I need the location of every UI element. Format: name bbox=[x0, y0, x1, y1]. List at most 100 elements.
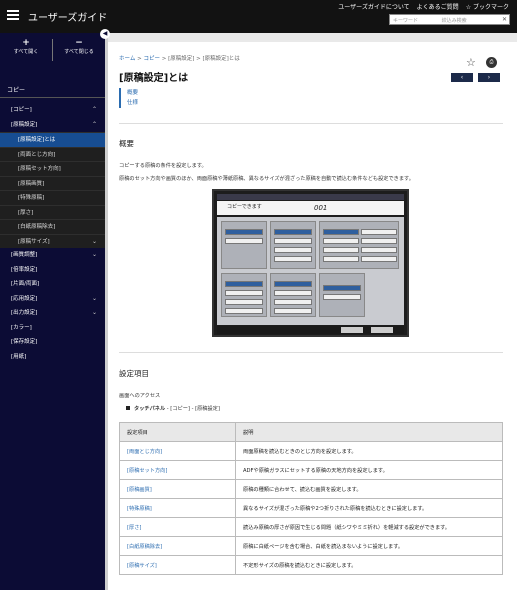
chevron-down-icon[interactable]: ⌄ bbox=[92, 235, 97, 250]
search-input[interactable]: キーワード 絞込み検索 ✕ bbox=[389, 14, 510, 25]
sidebar-item[interactable]: [応用設定] ⌄ bbox=[0, 292, 105, 307]
sidebar-item[interactable]: [原稿画質] bbox=[0, 175, 105, 190]
sidebar-item-label: [画質調整] bbox=[11, 252, 38, 258]
setting-description: 原稿に白紙ページを含む場合、白紙を読込まないように設定します。 bbox=[235, 536, 503, 556]
setting-link[interactable]: [原稿セット方向] bbox=[119, 460, 236, 480]
overview-text-1: コピーする原稿の条件を設定します。 bbox=[119, 163, 207, 169]
sidebar-item-label: [白紙原稿除去] bbox=[18, 224, 56, 230]
sidebar-item[interactable]: [原稿設定]とは bbox=[0, 132, 105, 147]
toc-link-overview[interactable]: 概要 bbox=[127, 88, 138, 98]
sidebar-item-label: [出力設定] bbox=[11, 310, 38, 316]
main-content: ホーム > コピー > [原稿設定] > [原稿設定]とは ☆ ⎙ [原稿設定]… bbox=[108, 42, 517, 590]
print-icon[interactable]: ⎙ bbox=[486, 57, 497, 68]
collapse-all-button[interactable]: − すべて閉じる bbox=[53, 33, 105, 67]
faq-link[interactable]: よくあるご質問 bbox=[417, 2, 459, 11]
sidebar-item-label: [片面/両面] bbox=[11, 281, 40, 287]
sidebar-item-label: [コピー] bbox=[11, 107, 32, 113]
table-row: [原稿セット方向] ADFや原稿ガラスにセットする原稿の天地方向を設定します。 bbox=[119, 460, 503, 480]
sidebar-item[interactable]: [原稿セット方向] bbox=[0, 161, 105, 176]
breadcrumb-copy[interactable]: コピー bbox=[143, 56, 160, 62]
sidebar-item-label: [原稿設定]とは bbox=[18, 137, 56, 143]
setting-description: 読込み原稿の厚さが原因で生じる問題（紙シワやミミ折れ）を軽減する設定ができます。 bbox=[235, 517, 503, 537]
access-path-touch-panel: タッチパネル bbox=[134, 406, 166, 412]
setting-link[interactable]: [厚さ] bbox=[119, 517, 236, 537]
sidebar-item[interactable]: [カラー] bbox=[0, 321, 105, 336]
app-title: ユーザーズガイド bbox=[28, 13, 108, 24]
panel-option bbox=[274, 299, 312, 305]
chevron-down-icon[interactable]: ⌄ bbox=[92, 306, 97, 321]
table-header-description: 説明 bbox=[235, 422, 503, 442]
chevron-down-icon[interactable]: ⌄ bbox=[92, 248, 97, 263]
chevron-up-icon[interactable]: ⌃ bbox=[92, 103, 97, 118]
table-row: [厚さ] 読込み原稿の厚さが原因で生じる問題（紙シワやミミ折れ）を軽減する設定がで… bbox=[119, 517, 503, 537]
top-links: ユーザーズガイドについて よくあるご質問 ☆ ブックマーク bbox=[338, 2, 509, 11]
panel-copy-count: 001 bbox=[314, 204, 328, 212]
bookmark-star-icon[interactable]: ☆ bbox=[466, 57, 477, 68]
sidebar-item[interactable]: [原稿設定] ⌃ bbox=[0, 118, 105, 133]
panel-option bbox=[323, 247, 359, 253]
collapse-sidebar-icon[interactable]: ◀ bbox=[100, 29, 110, 39]
sidebar-item-label: [厚さ] bbox=[18, 209, 34, 216]
breadcrumb-home[interactable]: ホーム bbox=[119, 56, 135, 62]
panel-option bbox=[274, 281, 312, 287]
sidebar-item[interactable]: [片面/両面] bbox=[0, 277, 105, 292]
panel-top-bar bbox=[217, 194, 404, 200]
clear-search-icon[interactable]: ✕ bbox=[502, 16, 507, 23]
settings-table-body: [両面とじ方向] 両面原稿を読込むときのとじ方向を設定します。 [原稿セット方向] A… bbox=[119, 441, 503, 575]
setting-link[interactable]: [原稿画質] bbox=[119, 479, 236, 499]
sidebar-item-label: [両面とじ方向] bbox=[18, 151, 56, 158]
panel-option bbox=[323, 294, 361, 300]
sidebar-item[interactable]: [コピー] ⌃ bbox=[0, 103, 105, 118]
sidebar-item-label: [応用設定] bbox=[11, 295, 38, 302]
table-header-row: 設定項目 説明 bbox=[119, 422, 503, 442]
hamburger-menu-icon[interactable] bbox=[7, 10, 19, 20]
panel-footer-button bbox=[371, 327, 393, 333]
sidebar-item[interactable]: [用紙] bbox=[0, 350, 105, 365]
panel-option bbox=[361, 247, 397, 253]
overview-text-2: 原稿のセット方向や画質のほか、両面原稿や薄紙原稿、異なるサイズが混ざった原稿を自… bbox=[119, 176, 414, 182]
chevron-down-icon[interactable]: ⌄ bbox=[92, 292, 97, 307]
chevron-up-icon[interactable]: ⌃ bbox=[92, 118, 97, 133]
sidebar-item[interactable]: [特殊原稿] bbox=[0, 190, 105, 205]
access-path: タッチパネル - [コピー] - [原稿設定] bbox=[126, 405, 220, 412]
panel-option bbox=[274, 229, 312, 235]
sidebar-item[interactable]: [画質調整] ⌄ bbox=[0, 248, 105, 263]
toc-link-specs[interactable]: 仕様 bbox=[127, 98, 138, 108]
panel-status-text: コピーできます bbox=[227, 204, 262, 210]
panel-option bbox=[225, 299, 263, 305]
setting-link[interactable]: [特殊原稿] bbox=[119, 498, 236, 518]
sidebar-item-label: [倍率設定] bbox=[11, 266, 38, 273]
bullet-icon bbox=[126, 406, 130, 410]
sidebar-item[interactable]: [原稿サイズ] ⌄ bbox=[0, 233, 105, 250]
setting-description: 原稿の種類に合わせて、読込む画質を設定します。 bbox=[235, 479, 503, 499]
panel-option bbox=[225, 281, 263, 287]
previous-page-button[interactable]: ‹ bbox=[451, 73, 473, 82]
next-page-button[interactable]: › bbox=[478, 73, 500, 82]
sidebar-item-label: [保存設定] bbox=[11, 339, 38, 345]
top-bar: ユーザーズガイド ユーザーズガイドについて よくあるご質問 ☆ ブックマーク キ… bbox=[0, 0, 517, 33]
sidebar-item[interactable]: [両面とじ方向] bbox=[0, 146, 105, 161]
sidebar-item[interactable]: [白紙原稿除去] bbox=[0, 219, 105, 234]
table-row: [特殊原稿] 異なるサイズが混ざった原稿や2つ折りされた原稿を読込むときに設定しま… bbox=[119, 498, 503, 518]
setting-link[interactable]: [白紙原稿除去] bbox=[119, 536, 236, 556]
panel-option bbox=[361, 229, 397, 235]
panel-option bbox=[323, 256, 359, 262]
expand-all-button[interactable]: + すべて開く bbox=[0, 33, 52, 67]
sidebar-item[interactable]: [保存設定] bbox=[0, 335, 105, 350]
breadcrumb-current: [原稿設定]とは bbox=[202, 56, 240, 62]
sidebar-item[interactable]: [厚さ] bbox=[0, 204, 105, 219]
panel-option bbox=[225, 229, 263, 235]
minus-icon: − bbox=[75, 38, 83, 48]
sidebar-item[interactable]: [出力設定] ⌄ bbox=[0, 306, 105, 321]
sidebar-nav: [コピー] ⌃ [原稿設定] ⌃ [原稿設定]とは [両面とじ方向] [原稿セット方向] [原… bbox=[0, 103, 105, 364]
bookmark-link[interactable]: ☆ ブックマーク bbox=[466, 2, 509, 11]
about-guide-link[interactable]: ユーザーズガイドについて bbox=[338, 2, 409, 11]
breadcrumb: ホーム > コピー > [原稿設定] > [原稿設定]とは bbox=[119, 56, 240, 62]
sidebar-item-label: [原稿設定] bbox=[11, 121, 38, 128]
panel-footer-button bbox=[341, 327, 363, 333]
sidebar-item[interactable]: [倍率設定] bbox=[0, 263, 105, 278]
setting-link[interactable]: [原稿サイズ] bbox=[119, 555, 236, 575]
settings-table: 設定項目 説明 [両面とじ方向] 両面原稿を読込むときのとじ方向を設定します。 [原… bbox=[119, 422, 503, 575]
setting-link[interactable]: [両面とじ方向] bbox=[119, 441, 236, 461]
sidebar-item-label: [原稿サイズ] bbox=[18, 238, 50, 245]
